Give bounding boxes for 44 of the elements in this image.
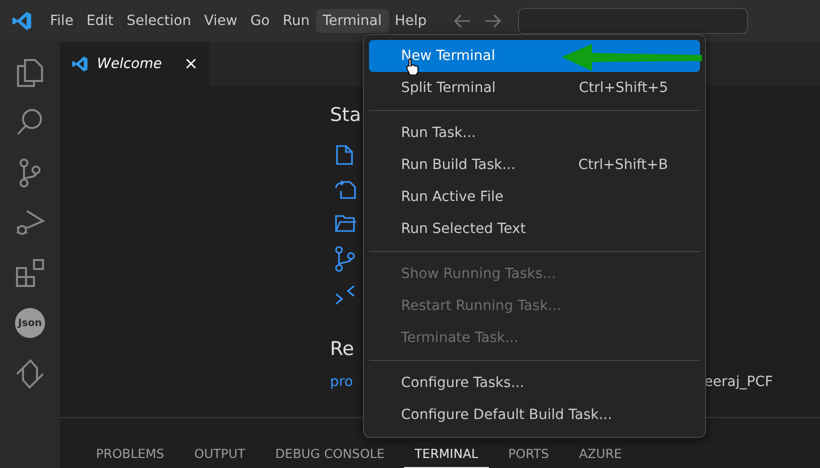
menu-item[interactable]: Configure Default Build Task...: [369, 399, 700, 431]
run-debug-icon[interactable]: [15, 208, 45, 238]
menu-item[interactable]: Run Active File: [369, 181, 700, 213]
panel-tab[interactable]: DEBUG CONSOLE: [264, 446, 396, 468]
panel-tab[interactable]: PORTS: [497, 446, 560, 468]
panel-tab[interactable]: OUTPUT: [183, 446, 256, 468]
vscode-file-icon: [71, 55, 89, 73]
panel-tab[interactable]: PROBLEMS: [85, 446, 176, 468]
vscode-logo-icon: [11, 10, 33, 32]
menu-item[interactable]: Configure Tasks...: [369, 367, 700, 399]
json-badge[interactable]: Json: [15, 308, 45, 338]
recent-project-path: eeraj_PCF: [704, 374, 773, 390]
source-control-icon[interactable]: [18, 158, 42, 188]
menu-bar-item[interactable]: Help: [388, 9, 434, 33]
menu-bar-item[interactable]: File: [43, 9, 80, 33]
git-branch-icon: [334, 246, 356, 272]
folder-icon: [334, 212, 356, 234]
menu-bar-item[interactable]: Go: [243, 9, 277, 33]
menu-item[interactable]: Run Build Task... Ctrl+Shift+B: [369, 149, 700, 181]
start-heading: Sta: [330, 104, 362, 126]
extensions-icon[interactable]: [15, 258, 45, 288]
menu-item[interactable]: Run Task...: [369, 117, 700, 149]
panel-tab[interactable]: AZURE: [568, 446, 633, 468]
menu-bar-item[interactable]: View: [197, 9, 244, 33]
remote-icon: [334, 284, 356, 306]
search-field[interactable]: [518, 8, 748, 34]
forward-arrow-icon[interactable]: [484, 14, 502, 28]
new-file-icon: [334, 144, 356, 166]
back-arrow-icon[interactable]: [452, 14, 471, 28]
menu-item[interactable]: Run Selected Text: [369, 213, 700, 245]
recent-heading: Re: [330, 338, 356, 360]
menu-item[interactable]: Split Terminal Ctrl+Shift+5: [369, 72, 700, 104]
panel-tab[interactable]: TERMINAL: [404, 446, 490, 468]
menu-bar-item[interactable]: Terminal: [316, 9, 389, 33]
recent-project-link[interactable]: pro: [330, 374, 353, 390]
shortcut-label: Ctrl+Shift+5: [578, 80, 668, 96]
editor-tab[interactable]: Welcome ×: [60, 42, 209, 86]
shortcut-label: Ctrl+Shift+B: [578, 157, 668, 173]
menu-bar-item[interactable]: Selection: [120, 9, 198, 33]
menu-bar-item[interactable]: Edit: [79, 9, 121, 33]
explorer-icon[interactable]: [16, 58, 44, 88]
menu-bar-item[interactable]: Run: [276, 9, 317, 33]
file-import-icon: [334, 178, 356, 200]
close-icon[interactable]: ×: [184, 54, 198, 74]
